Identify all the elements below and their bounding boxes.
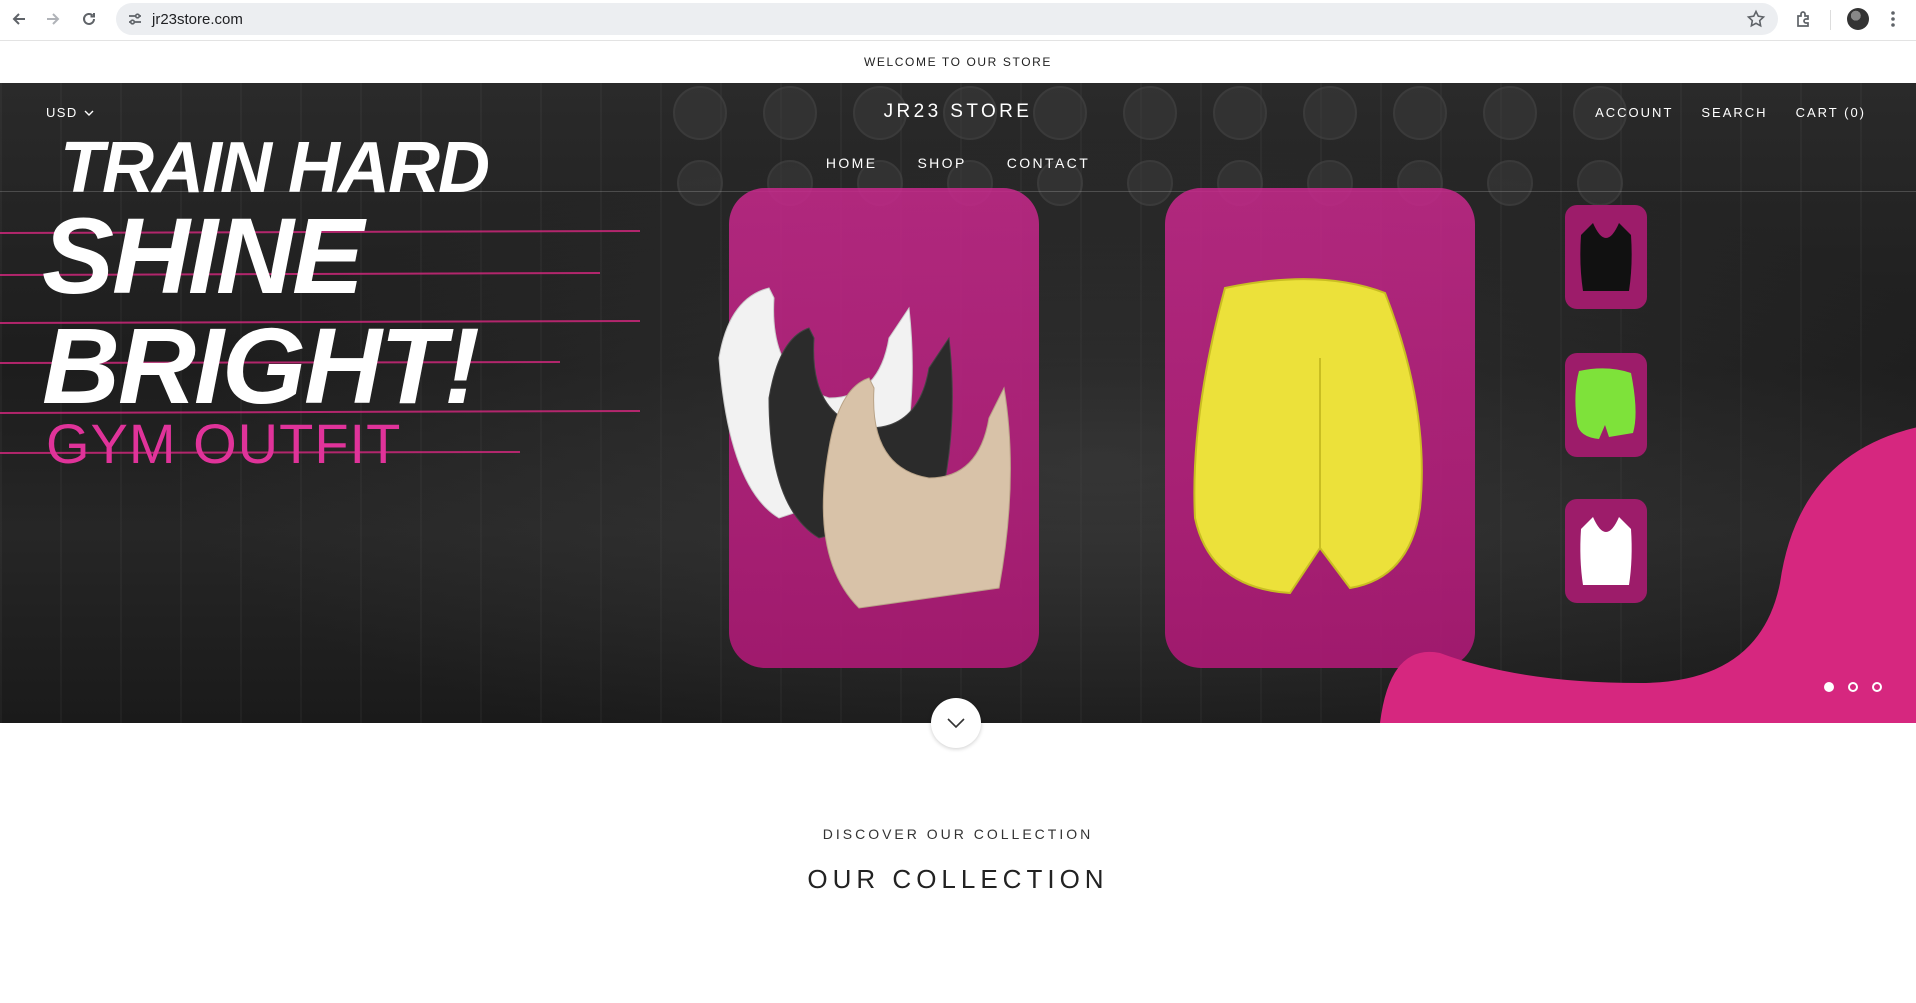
toolbar-divider (1830, 10, 1831, 30)
hero-headline-2: SHINE (42, 195, 364, 316)
slide-dot-3[interactable] (1872, 682, 1882, 692)
sports-bras-image (718, 287, 1011, 609)
announcement-bar: WELCOME TO OUR STORE (0, 41, 1916, 83)
nav-shop[interactable]: SHOP (917, 155, 966, 171)
pink-wave-shape (1380, 427, 1916, 723)
hero-subheadline: GYM OUTFIT (46, 412, 402, 475)
hero-banner[interactable]: USD JR23 STORE HOME SHOP CONTACT ACCOUNT… (0, 83, 1916, 723)
chevron-down-icon (947, 718, 965, 729)
url-text[interactable]: jr23store.com (152, 11, 243, 28)
nav-home[interactable]: HOME (826, 155, 878, 171)
account-link[interactable]: ACCOUNT (1595, 105, 1673, 120)
browser-toolbar: jr23store.com (0, 0, 1916, 41)
extensions-icon[interactable] (1791, 6, 1817, 32)
hero-headline-3: BRIGHT! (42, 305, 480, 426)
scroll-down-button[interactable] (931, 698, 981, 748)
collection-title: OUR COLLECTION (807, 864, 1109, 894)
header-actions: ACCOUNT SEARCH CART (0) (1595, 105, 1866, 120)
site-settings-icon[interactable] (126, 10, 144, 28)
reload-icon[interactable] (76, 6, 102, 32)
collection-subtitle: DISCOVER OUR COLLECTION (822, 826, 1094, 842)
product-card-sports-bras (718, 188, 1039, 668)
back-icon[interactable] (6, 6, 32, 32)
slide-dot-2[interactable] (1848, 682, 1858, 692)
forward-icon[interactable] (40, 6, 66, 32)
thumbnail-black-bra[interactable] (1565, 205, 1647, 309)
more-menu-icon[interactable] (1880, 6, 1906, 32)
search-link[interactable]: SEARCH (1701, 105, 1767, 120)
address-bar[interactable]: jr23store.com (116, 3, 1778, 35)
slideshow-dots (1824, 682, 1882, 692)
slide-dot-1[interactable] (1824, 682, 1834, 692)
profile-avatar[interactable] (1845, 6, 1871, 32)
cart-link[interactable]: CART (0) (1796, 105, 1866, 120)
nav-contact[interactable]: CONTACT (1007, 155, 1090, 171)
announcement-text: WELCOME TO OUR STORE (863, 55, 1053, 69)
bookmark-star-icon[interactable] (1746, 9, 1766, 29)
